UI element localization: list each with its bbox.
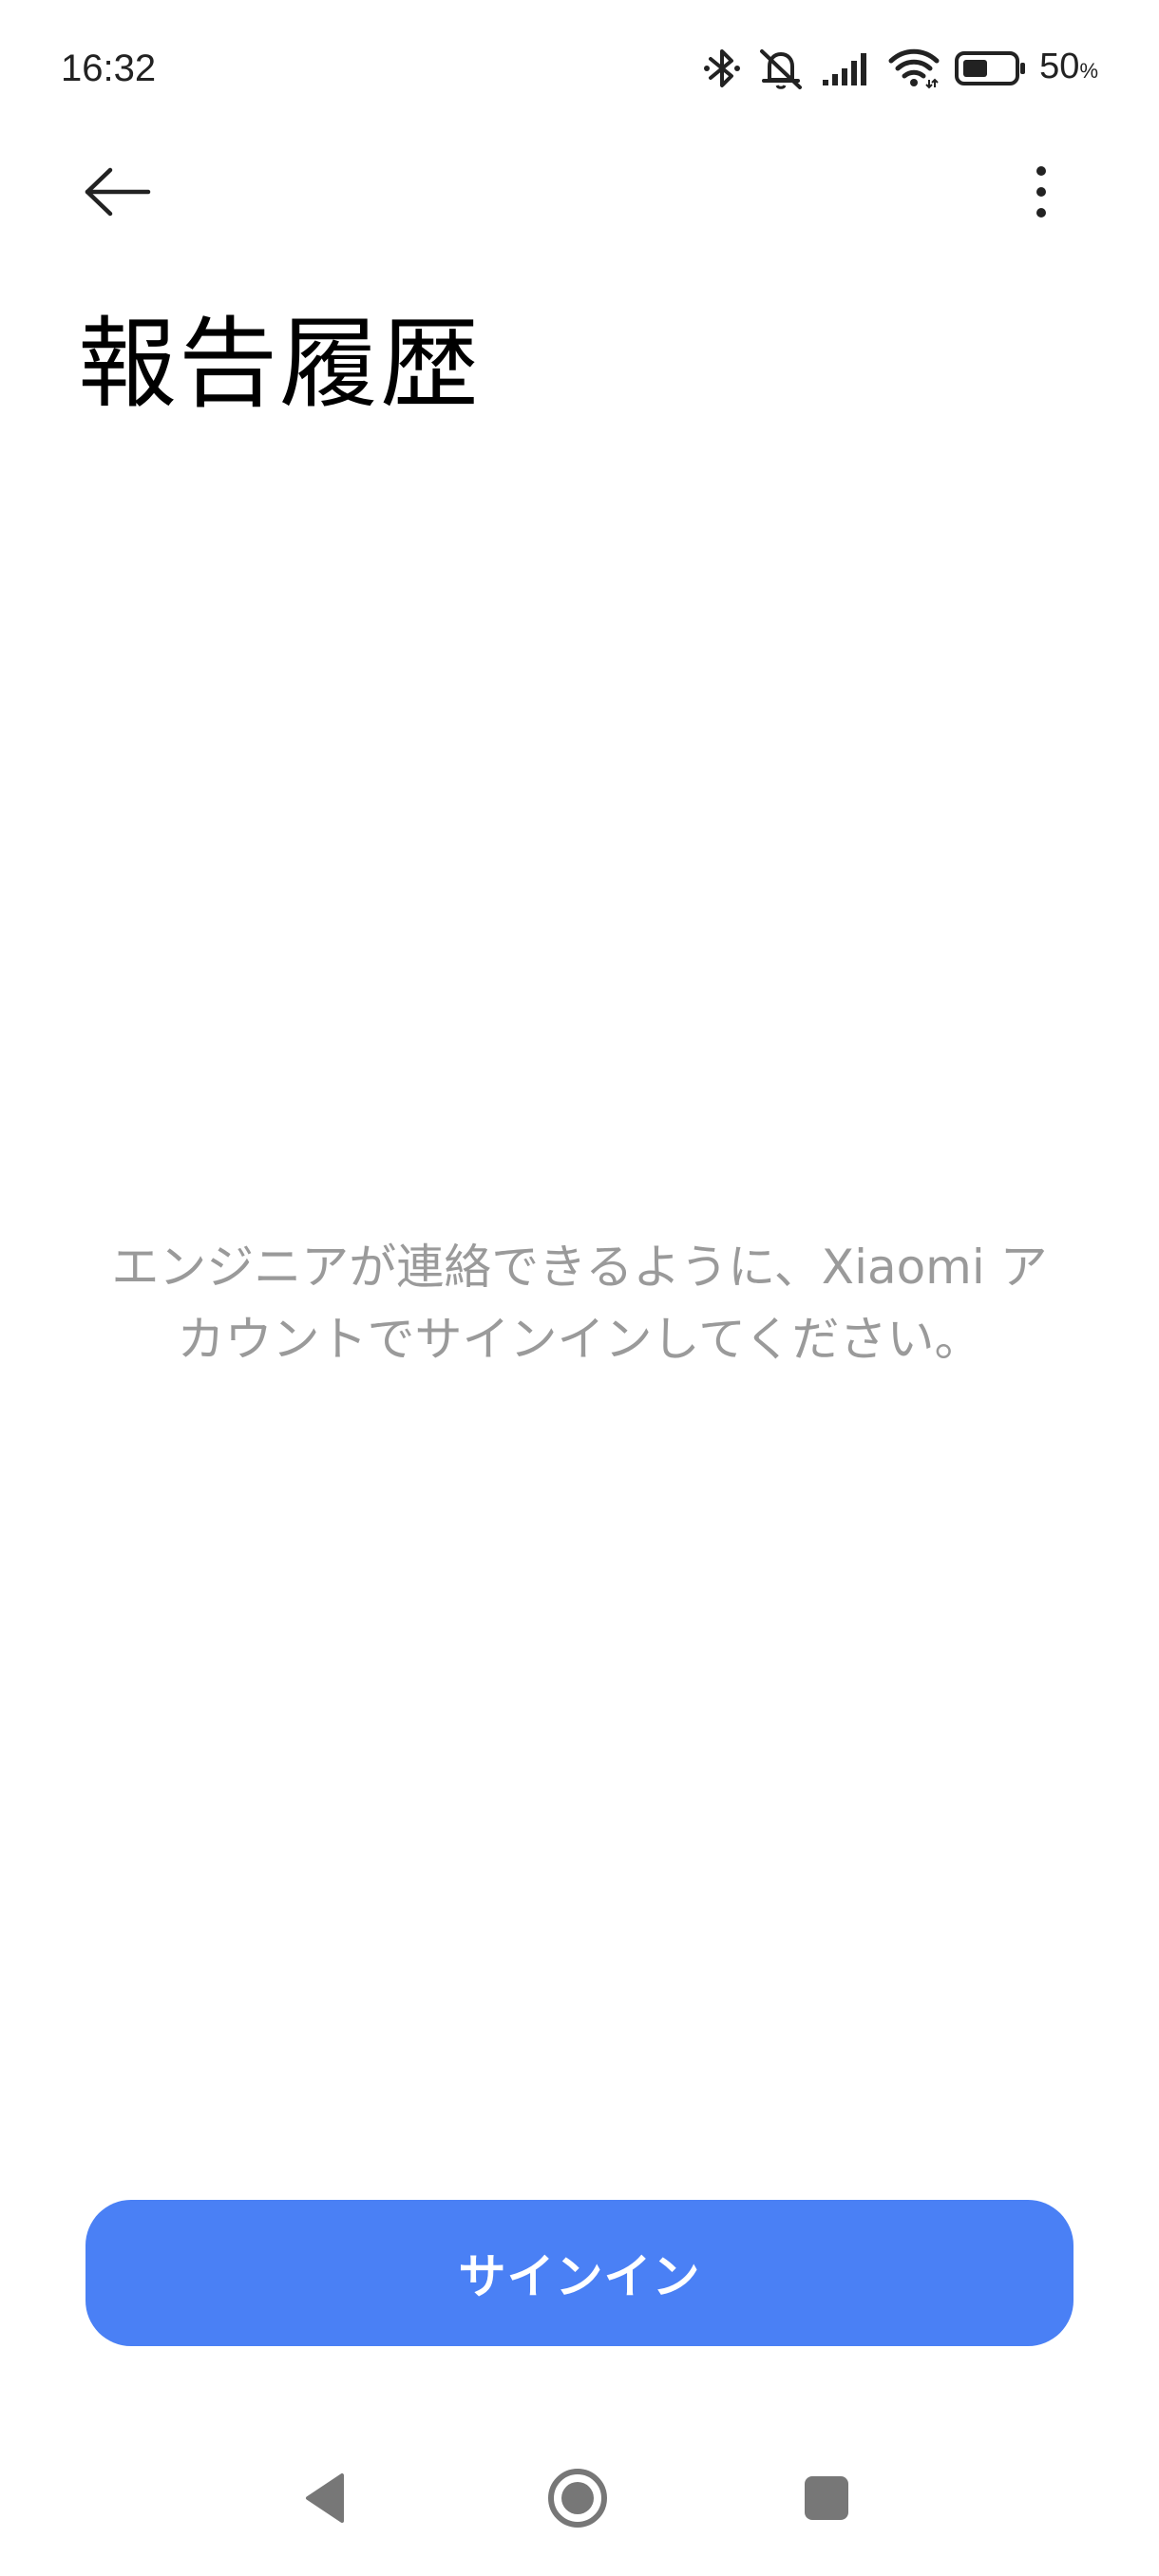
empty-message-line-1: エンジニアが連絡できるように、Xiaomi ア (111, 1240, 1048, 1295)
nav-back-icon (298, 2470, 352, 2530)
status-time: 16:32 (61, 47, 157, 89)
arrow-left-icon (84, 167, 152, 220)
page-title: 報告履歴 (78, 306, 482, 422)
nav-back-button[interactable] (277, 2453, 372, 2548)
back-button[interactable] (68, 152, 167, 236)
empty-state-message: エンジニアが連絡できるように、Xiaomi ア カウントでサインインしてください… (76, 1231, 1083, 1375)
status-bar: 16:32 50% (0, 0, 1159, 133)
system-navigation-bar (0, 2432, 1159, 2576)
battery-icon (954, 49, 1026, 87)
more-options-button[interactable] (999, 152, 1083, 236)
status-icons: 50% (703, 44, 1098, 93)
bell-muted-icon (754, 46, 808, 91)
cellular-signal-icon (821, 49, 874, 87)
wifi-icon (887, 47, 940, 89)
nav-recents-icon (802, 2473, 851, 2527)
nav-home-icon (545, 2466, 610, 2534)
signin-button[interactable]: サインイン (86, 2200, 1074, 2346)
more-vert-icon (1034, 163, 1049, 224)
nav-recents-button[interactable] (779, 2453, 874, 2548)
bluetooth-icon (703, 46, 741, 91)
nav-home-button[interactable] (530, 2453, 625, 2548)
battery-percentage: 50% (1039, 46, 1098, 86)
empty-message-line-2: カウントでサインインしてください。 (177, 1312, 982, 1367)
